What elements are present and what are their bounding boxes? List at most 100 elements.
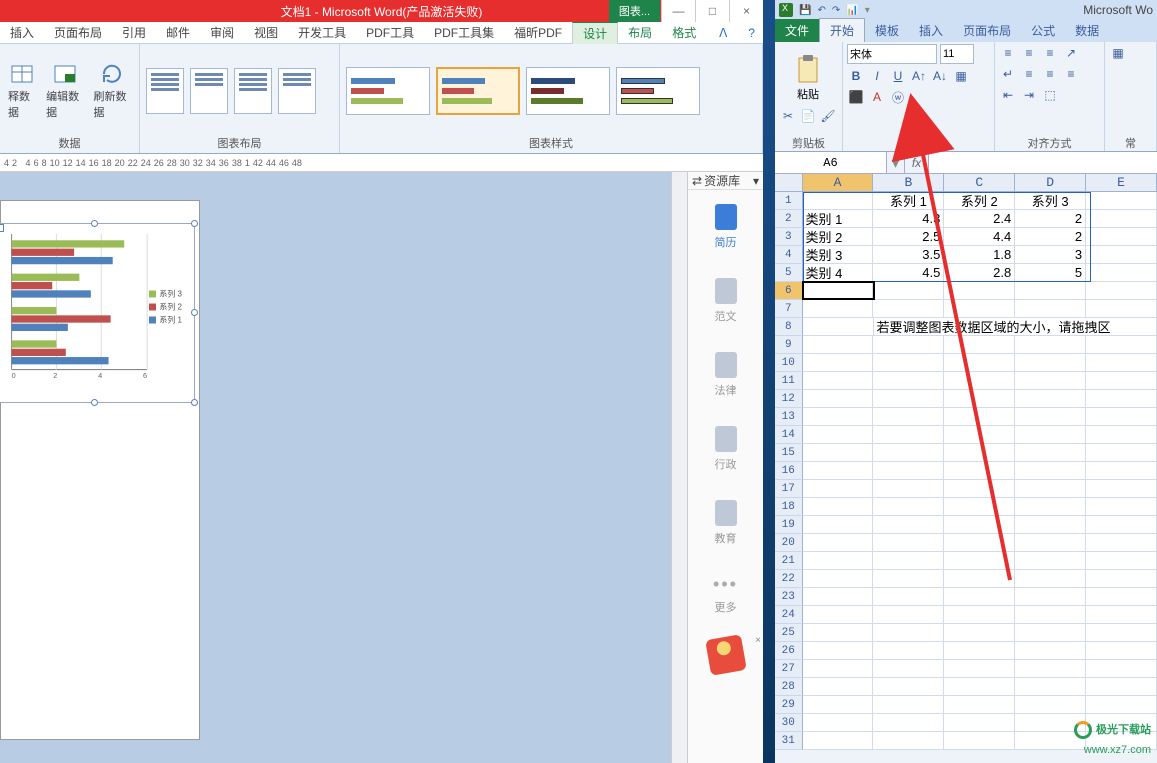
decrease-indent-button[interactable]: ⇤ — [999, 86, 1017, 104]
help-button[interactable]: ? — [740, 26, 763, 40]
layout-option-4[interactable] — [278, 68, 316, 114]
tab-view[interactable]: 视图 — [244, 22, 288, 44]
document-area[interactable]: 0 2 4 6 系列 3 系列 2 系列 1 — [0, 172, 763, 763]
cell-c1[interactable]: 系列 2 — [944, 192, 1015, 210]
tab-review[interactable]: 审阅 — [200, 22, 244, 44]
maximize-button[interactable]: □ — [695, 0, 729, 22]
tab-pdf-toolset[interactable]: PDF工具集 — [424, 22, 504, 44]
tab-insert-excel[interactable]: 插入 — [909, 19, 953, 42]
italic-button[interactable]: I — [868, 67, 886, 85]
cell-c2[interactable]: 2.4 — [944, 210, 1015, 228]
ribbon-collapse-button[interactable]: ᐱ — [711, 26, 735, 40]
edit-data-button[interactable]: 编辑数据 — [44, 60, 85, 122]
align-right-button[interactable]: ≡ — [1062, 65, 1080, 83]
tab-layout-excel[interactable]: 页面布局 — [953, 19, 1021, 42]
col-header-b[interactable]: B — [873, 174, 944, 191]
underline-button[interactable]: U — [889, 67, 907, 85]
font-name-select[interactable]: 宋体 — [847, 44, 937, 64]
cell-b3[interactable]: 2.5 — [873, 228, 944, 246]
tab-formula[interactable]: 公式 — [1021, 19, 1065, 42]
chart-tools-tab[interactable]: 图表... — [609, 0, 660, 22]
merge-cells-button[interactable]: ⬚ — [1041, 86, 1059, 104]
resource-resume[interactable]: 简历 — [688, 190, 763, 264]
cell-b4[interactable]: 3.5 — [873, 246, 944, 264]
chart-style-3[interactable] — [526, 67, 610, 115]
font-color-button[interactable]: A — [868, 88, 886, 106]
cell-b2[interactable]: 4.3 — [873, 210, 944, 228]
chart-style-1[interactable] — [346, 67, 430, 115]
tab-template[interactable]: 模板 — [865, 19, 909, 42]
vertical-scrollbar[interactable] — [671, 172, 687, 763]
fx-button[interactable]: fx — [905, 152, 929, 173]
embedded-chart[interactable]: 0 2 4 6 系列 3 系列 2 系列 1 — [0, 223, 195, 403]
cell-d3[interactable]: 2 — [1015, 228, 1086, 246]
layout-option-2[interactable] — [190, 68, 228, 114]
border-button[interactable]: ▦ — [952, 67, 970, 85]
resource-sample[interactable]: 范文 — [688, 264, 763, 338]
select-all-corner[interactable] — [775, 174, 803, 191]
layout-option-1[interactable] — [146, 68, 184, 114]
tab-developer[interactable]: 开发工具 — [288, 22, 356, 44]
resource-admin[interactable]: 行政 — [688, 412, 763, 486]
orientation-button[interactable]: ↗ — [1062, 44, 1080, 62]
cell-styles-button[interactable]: ▦ — [1109, 44, 1127, 62]
cell-a2[interactable]: 类别 1 — [803, 210, 874, 228]
red-packet-icon[interactable] — [705, 634, 747, 676]
font-size-select[interactable]: 11 — [940, 44, 974, 64]
resource-more[interactable]: •••更多 — [688, 560, 763, 629]
cell-a3[interactable]: 类别 2 — [803, 228, 874, 246]
cut-button[interactable]: ✂ — [779, 107, 797, 125]
formula-input[interactable] — [929, 152, 1157, 173]
tab-foxit-pdf[interactable]: 福昕PDF — [504, 22, 572, 44]
select-data-button[interactable]: 释数据 — [6, 60, 38, 122]
resource-education[interactable]: 教育 — [688, 486, 763, 560]
cell-d5[interactable]: 5 — [1015, 264, 1086, 282]
col-header-d[interactable]: D — [1015, 174, 1086, 191]
col-header-c[interactable]: C — [944, 174, 1015, 191]
qat-undo-icon[interactable]: ↶ — [817, 5, 825, 16]
phonetic-button[interactable]: ⓦ — [889, 88, 907, 106]
shrink-font-button[interactable]: A↓ — [931, 67, 949, 85]
tab-data[interactable]: 数据 — [1065, 19, 1109, 42]
tab-mailings[interactable]: 邮件 — [156, 22, 200, 44]
align-middle-button[interactable]: ≡ — [1020, 44, 1038, 62]
col-header-a[interactable]: A — [803, 174, 874, 191]
layout-option-3[interactable] — [234, 68, 272, 114]
format-painter-button[interactable]: 🖌 — [819, 107, 837, 125]
grow-font-button[interactable]: A↑ — [910, 67, 928, 85]
align-top-button[interactable]: ≡ — [999, 44, 1017, 62]
cell-b1[interactable]: 系列 1 — [873, 192, 944, 210]
minimize-button[interactable]: — — [661, 0, 695, 22]
resource-legal[interactable]: 法律 — [688, 338, 763, 412]
refresh-data-button[interactable]: 刷新数据 — [92, 60, 133, 122]
increase-indent-button[interactable]: ⇥ — [1020, 86, 1038, 104]
col-header-e[interactable]: E — [1086, 174, 1157, 191]
close-button[interactable]: × — [729, 0, 763, 22]
chart-style-4[interactable] — [616, 67, 700, 115]
tab-file[interactable]: 文件 — [775, 19, 819, 42]
spreadsheet-grid[interactable]: A B C D E 1 系列 1 系列 2 系列 3 2 类别 1 4.3 2.… — [775, 174, 1157, 750]
tab-layout[interactable]: 布局 — [618, 22, 662, 44]
tab-format[interactable]: 格式 — [662, 22, 706, 44]
align-left-button[interactable]: ≡ — [1020, 65, 1038, 83]
cell-d4[interactable]: 3 — [1015, 246, 1086, 264]
align-center-button[interactable]: ≡ — [1041, 65, 1059, 83]
name-box[interactable]: A6 — [775, 152, 887, 173]
tab-references[interactable]: 引用 — [112, 22, 156, 44]
tab-design[interactable]: 设计 — [572, 22, 618, 44]
horizontal-ruler[interactable]: 42 4681012141618202224262830323436381424… — [0, 154, 763, 172]
copy-button[interactable]: 📄 — [799, 107, 817, 125]
align-bottom-button[interactable]: ≡ — [1041, 44, 1059, 62]
cell-d2[interactable]: 2 — [1015, 210, 1086, 228]
tab-page-layout[interactable]: 页面布局 — [44, 22, 112, 44]
qat-save-icon[interactable]: 💾 — [799, 5, 811, 16]
wrap-text-button[interactable]: ↵ — [999, 65, 1017, 83]
cell-a5[interactable]: 类别 4 — [803, 264, 874, 282]
cell-c4[interactable]: 1.8 — [944, 246, 1015, 264]
bold-button[interactable]: B — [847, 67, 865, 85]
cell-d1[interactable]: 系列 3 — [1015, 192, 1086, 210]
resource-panel-title[interactable]: ⇄资源库▾ — [688, 172, 763, 190]
tab-insert[interactable]: 插入 — [0, 22, 44, 44]
paste-button[interactable]: 粘贴 — [795, 54, 821, 102]
chart-style-2[interactable] — [436, 67, 520, 115]
